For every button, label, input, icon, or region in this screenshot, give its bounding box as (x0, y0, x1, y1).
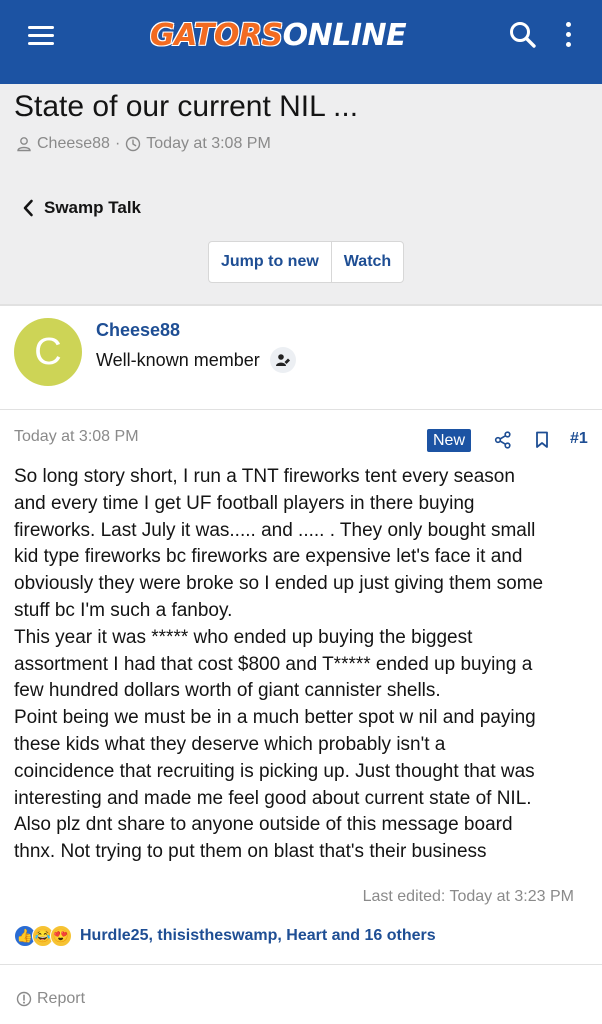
reaction-users-link[interactable]: Hurdle25, thisistheswamp, Heart and 16 o… (80, 927, 436, 945)
thread-meta: Cheese88 · Today at 3:08 PM (16, 135, 271, 153)
clock-icon (126, 136, 141, 152)
meta-separator: · (114, 135, 121, 152)
post-body-line: kid type fireworks bc fireworks are expe… (14, 546, 523, 568)
divider (0, 964, 602, 965)
user-badge-icon[interactable] (269, 347, 296, 373)
breadcrumb-back-link[interactable]: Swamp Talk (22, 198, 141, 218)
avatar[interactable]: C (14, 318, 82, 386)
user-icon (17, 137, 31, 152)
post-number-link[interactable]: #1 (570, 430, 588, 448)
post-body-line: Also plz dnt share to anyone outside of … (14, 814, 513, 836)
alert-circle-icon (16, 991, 32, 1007)
post-body-line: coincidence that recruiting is picking u… (14, 760, 535, 782)
top-navigation-bar: GATORSONLINE (0, 0, 602, 84)
report-label: Report (37, 990, 86, 1007)
post-body-line: obviously they were broke so I ended up … (14, 573, 544, 595)
last-edited: Last edited: Today at 3:23 PM (362, 888, 574, 905)
watch-button[interactable]: Watch (330, 242, 403, 282)
reaction-bar[interactable]: 👍 😂 😍 Hurdle25, thisistheswamp, Heart an… (14, 925, 436, 947)
user-title: Well-known member (96, 347, 296, 373)
post-body-line: interesting and made me feel good about … (14, 787, 532, 809)
jump-to-new-button[interactable]: Jump to new (209, 242, 331, 282)
post-body-line: Point being we must be in a much better … (14, 707, 536, 729)
post-body-line: few hundred dollars worth of giant canni… (14, 680, 441, 702)
thread-actions: Jump to new Watch (208, 241, 405, 283)
divider (0, 409, 602, 410)
thread-author[interactable]: Cheese88 (37, 135, 110, 153)
new-badge: New (427, 429, 472, 452)
breadcrumb-label: Swamp Talk (44, 198, 141, 217)
more-vertical-icon[interactable] (563, 22, 573, 48)
post-body-line: thnx. Not trying to put them on blast th… (14, 841, 487, 863)
post-body-line: fireworks. Last July it was..... and ...… (14, 519, 536, 541)
search-icon[interactable] (508, 20, 538, 50)
thread-date[interactable]: Today at 3:08 PM (146, 135, 271, 153)
post-body: So long story short, I run a TNT firewor… (14, 464, 594, 866)
post-body-line: This year it was ***** who ended up buyi… (14, 626, 473, 648)
thread-title: State of our current NIL ... (14, 90, 359, 123)
chevron-left-icon (23, 199, 33, 217)
post-username[interactable]: Cheese88 (96, 320, 180, 341)
post-body-line: these kids what they deserve which proba… (14, 733, 446, 755)
user-title-label: Well-known member (96, 349, 260, 370)
love-reaction-icon[interactable]: 😍 (50, 925, 72, 947)
bookmark-icon[interactable] (535, 431, 549, 454)
report-link[interactable]: Report (16, 990, 85, 1008)
logo-text-online: ONLINE (282, 18, 407, 53)
post-body-line: and every time I get UF football players… (14, 492, 475, 514)
post-body-line: So long story short, I run a TNT firewor… (14, 466, 515, 487)
post-date[interactable]: Today at 3:08 PM (14, 428, 139, 446)
divider (0, 304, 602, 306)
post-body-line: assortment I had that cost $800 and T***… (14, 653, 533, 675)
site-logo[interactable]: GATORSONLINE (150, 16, 407, 56)
share-icon[interactable] (494, 431, 512, 454)
menu-icon[interactable] (28, 24, 56, 46)
logo-text-gators: GATORS (150, 18, 283, 53)
post-body-line: stuff bc I'm such a fanboy. (14, 599, 233, 621)
